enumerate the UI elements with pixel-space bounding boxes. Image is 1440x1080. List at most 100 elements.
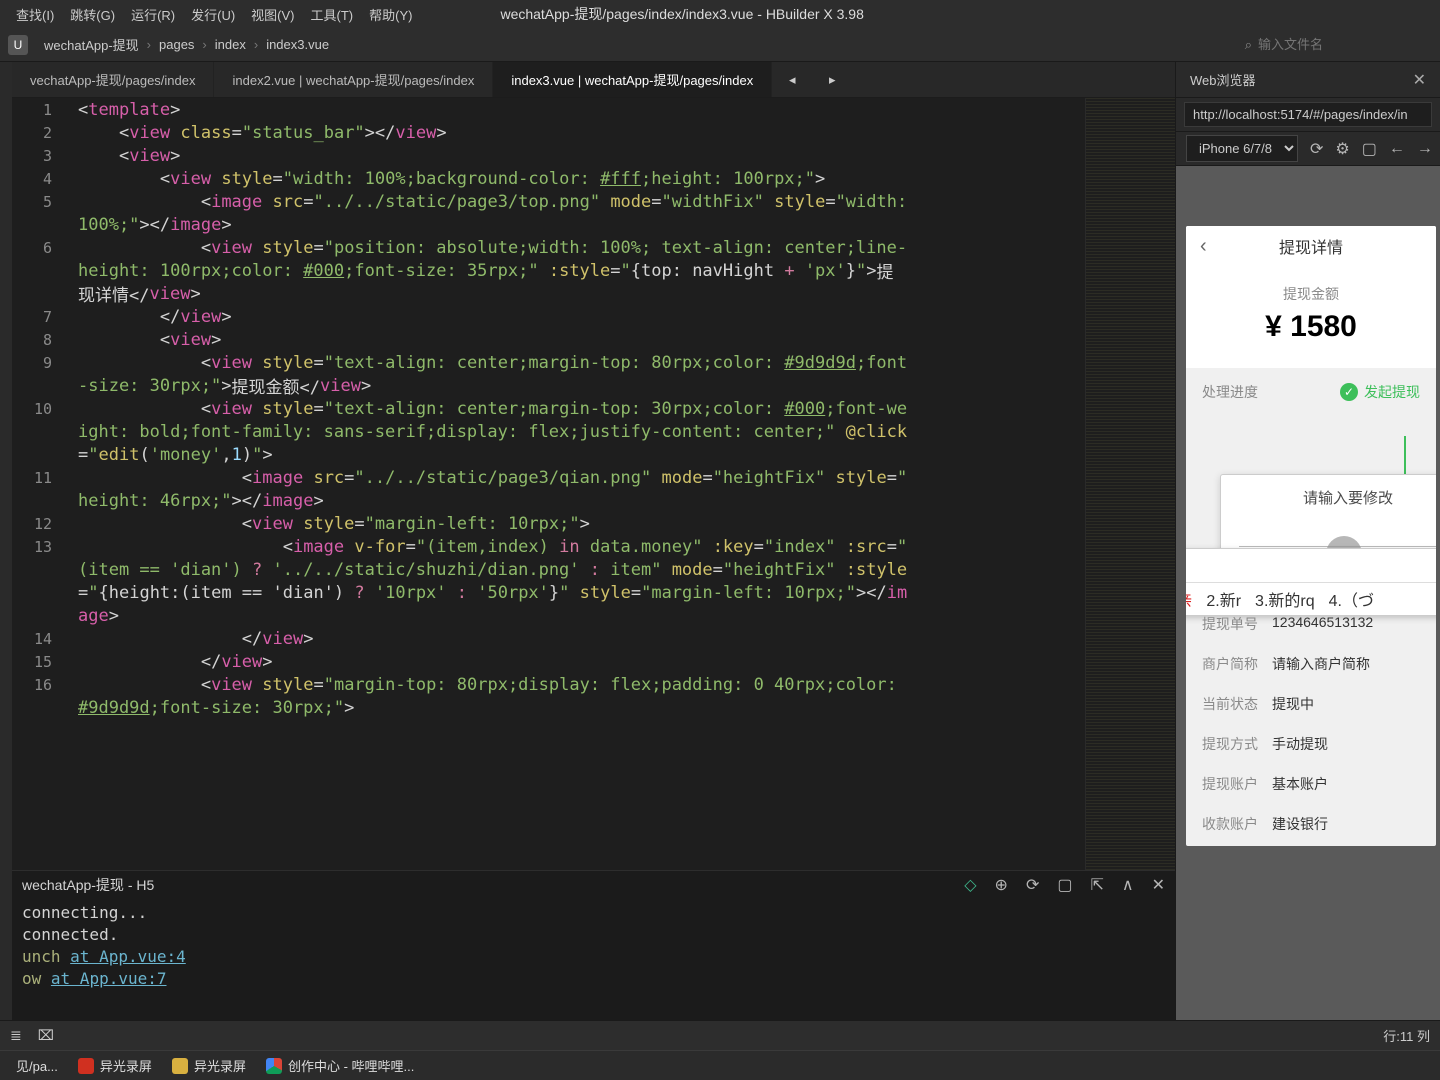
terminal-toggle-icon[interactable]: ⌧: [38, 1027, 54, 1044]
code-line[interactable]: <view style="margin-left: 10rpx;">: [78, 512, 1085, 535]
ime-composition[interactable]: us: [1186, 549, 1436, 583]
code-line[interactable]: ="edit('money',1)">: [78, 443, 1085, 466]
code-line[interactable]: <view style="text-align: center;margin-t…: [78, 397, 1085, 420]
activity-bar[interactable]: [0, 62, 12, 1020]
info-row[interactable]: 备注请输入备注: [1186, 844, 1436, 846]
task-item-recorder1[interactable]: 异光录屏: [68, 1051, 162, 1080]
line-number: 12: [12, 512, 64, 535]
code-line[interactable]: -size: 30rpx;">提现金额</view>: [78, 374, 1085, 397]
code-line[interactable]: </view>: [78, 627, 1085, 650]
code-line[interactable]: <image v-for="(item,index) in data.money…: [78, 535, 1085, 558]
code-line[interactable]: <view style="margin-top: 80rpx;display: …: [78, 673, 1085, 696]
info-key: 当前状态: [1202, 694, 1272, 714]
line-number: 10: [12, 397, 64, 420]
line-number: [12, 259, 64, 282]
info-key: 提现方式: [1202, 734, 1272, 754]
code-line[interactable]: <view>: [78, 144, 1085, 167]
code-line[interactable]: ight: bold;font-family: sans-serif;displ…: [78, 420, 1085, 443]
code-line[interactable]: <view class="status_bar"></view>: [78, 121, 1085, 144]
code-line[interactable]: <image src="../../static/page3/qian.png"…: [78, 466, 1085, 489]
info-row[interactable]: 收款账户建设银行: [1186, 804, 1436, 844]
settings-icon[interactable]: ⚙: [1335, 139, 1349, 159]
code-line[interactable]: <view style="text-align: center;margin-t…: [78, 351, 1085, 374]
minimap[interactable]: [1085, 98, 1175, 870]
chevron-right-icon: ›: [198, 37, 210, 52]
line-number: 3: [12, 144, 64, 167]
close-icon[interactable]: ✕: [1152, 875, 1165, 895]
task-item-chrome[interactable]: 创作中心 - 哔哩哔哩...: [256, 1051, 424, 1080]
crumb-project[interactable]: wechatApp-提现: [40, 35, 143, 54]
line-number: [12, 374, 64, 397]
code-line[interactable]: </view>: [78, 305, 1085, 328]
info-row[interactable]: 商户简称请输入商户简称: [1186, 644, 1436, 684]
terminal-line: unch at App.vue:4: [22, 947, 1165, 969]
tab-prev-icon[interactable]: ◂: [772, 62, 812, 97]
info-row[interactable]: 提现单号1234646513132: [1186, 604, 1436, 644]
task-item-recorder2[interactable]: 异光录屏: [162, 1051, 256, 1080]
code-line[interactable]: 现详情</view>: [78, 282, 1085, 305]
preview-url-input[interactable]: [1184, 102, 1432, 127]
code-line[interactable]: <template>: [78, 98, 1085, 121]
menu-tools[interactable]: 工具(T): [303, 5, 362, 24]
back-icon[interactable]: ←: [1389, 140, 1405, 158]
amount-value[interactable]: ¥ 1580: [1186, 310, 1436, 344]
file-search-input[interactable]: [1252, 35, 1432, 54]
line-number: 6: [12, 236, 64, 259]
device-select[interactable]: iPhone 6/7/8: [1186, 135, 1298, 162]
code-editor[interactable]: 12345678910111213141516 <template> <view…: [12, 98, 1175, 870]
source-link[interactable]: at App.vue:4: [70, 947, 186, 966]
menu-find[interactable]: 查找(I): [8, 5, 62, 24]
tab-2[interactable]: index2.vue | wechatApp-提现/pages/index: [214, 62, 493, 97]
tab-next-icon[interactable]: ▸: [812, 62, 852, 97]
refresh-icon[interactable]: ⟳: [1026, 875, 1039, 895]
code-line[interactable]: </view>: [78, 650, 1085, 673]
crumb-pages[interactable]: pages: [155, 37, 198, 52]
menu-goto[interactable]: 跳转(G): [62, 5, 123, 24]
menu-view[interactable]: 视图(V): [243, 5, 302, 24]
export-icon[interactable]: ⇱: [1090, 875, 1103, 895]
code-line[interactable]: <image src="../../static/page3/top.png" …: [78, 190, 1085, 213]
code-line[interactable]: ="{height:(item == 'dian') ? '10rpx' : '…: [78, 581, 1085, 604]
menu-help[interactable]: 帮助(Y): [361, 5, 420, 24]
crumb-file[interactable]: index3.vue: [262, 37, 333, 52]
code-line[interactable]: (item == 'dian') ? '../../static/shuzhi/…: [78, 558, 1085, 581]
line-number: 13: [12, 535, 64, 558]
collapse-icon[interactable]: ∧: [1122, 875, 1134, 895]
info-row[interactable]: 提现账户基本账户: [1186, 764, 1436, 804]
menu-publish[interactable]: 发行(U): [183, 5, 243, 24]
code-line[interactable]: age>: [78, 604, 1085, 627]
terminal-line: connected.: [22, 925, 1165, 947]
crumb-index[interactable]: index: [211, 37, 250, 52]
info-value: 基本账户: [1272, 774, 1328, 794]
screenshot-icon[interactable]: ▢: [1362, 139, 1377, 159]
vue-icon[interactable]: ◇: [964, 875, 976, 895]
code-line[interactable]: <view style="position: absolute;width: 1…: [78, 236, 1085, 259]
breadcrumb: U wechatApp-提现 › pages › index › index3.…: [0, 28, 1440, 62]
search-icon[interactable]: ⌕: [1245, 37, 1252, 53]
code-line[interactable]: <view>: [78, 328, 1085, 351]
code-line[interactable]: height: 46rpx;"></image>: [78, 489, 1085, 512]
tab-1[interactable]: vechatApp-提现/pages/index: [12, 62, 214, 97]
code-line[interactable]: height: 100rpx;color: #000;font-size: 35…: [78, 259, 1085, 282]
close-preview-icon[interactable]: ✕: [1413, 70, 1426, 90]
refresh-icon[interactable]: ⟳: [1310, 139, 1323, 159]
terminal-output[interactable]: connecting... connected.unch at App.vue:…: [12, 899, 1175, 1020]
info-row[interactable]: 当前状态提现中: [1186, 684, 1436, 724]
code-content[interactable]: <template> <view class="status_bar"></vi…: [72, 98, 1085, 870]
source-link[interactable]: at App.vue:7: [51, 969, 167, 988]
forward-icon[interactable]: →: [1417, 140, 1433, 158]
menu-run[interactable]: 运行(R): [123, 5, 183, 24]
tab-3-active[interactable]: index3.vue | wechatApp-提现/pages/index: [493, 62, 772, 97]
code-line[interactable]: 100%;"></image>: [78, 213, 1085, 236]
stop-icon[interactable]: ▢: [1057, 875, 1072, 895]
info-row[interactable]: 提现方式手动提现: [1186, 724, 1436, 764]
task-item-1[interactable]: 见/pa...: [6, 1051, 68, 1080]
preview-tab-title[interactable]: Web浏览器: [1190, 70, 1256, 89]
code-line[interactable]: #9d9d9d;font-size: 30rpx;">: [78, 696, 1085, 719]
phone-back-icon[interactable]: ‹: [1200, 235, 1207, 258]
os-taskbar: 见/pa... 异光录屏 异光录屏 创作中心 - 哔哩哔哩...: [0, 1050, 1440, 1080]
project-icon[interactable]: U: [8, 35, 28, 55]
sidebar-toggle-icon[interactable]: ≣: [10, 1027, 22, 1044]
add-icon[interactable]: ⊕: [995, 875, 1008, 895]
code-line[interactable]: <view style="width: 100%;background-colo…: [78, 167, 1085, 190]
